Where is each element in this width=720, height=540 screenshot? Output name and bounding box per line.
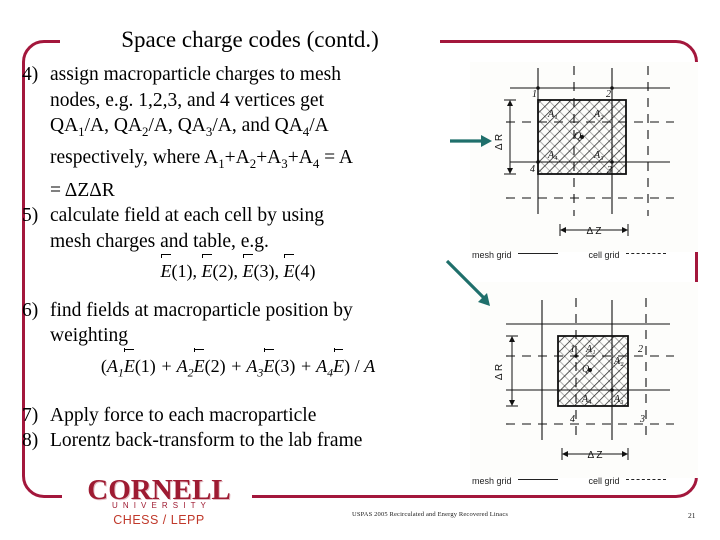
arrow-right-icon	[448, 132, 494, 155]
svg-text:A₂: A₂	[593, 109, 604, 120]
slide-body: 4) assign macroparticle charges to mesh …	[16, 62, 460, 454]
svg-text:Δ Z: Δ Z	[586, 226, 601, 237]
svg-text:Q: Q	[574, 131, 582, 142]
svg-text:4: 4	[570, 414, 575, 425]
list-item-text: Lorentz back-transform to the lab frame	[50, 428, 460, 454]
svg-text:4: 4	[530, 164, 535, 175]
logo-unit-label: CHESS / LEPP	[113, 513, 205, 527]
svg-text:1: 1	[570, 344, 575, 355]
svg-text:2: 2	[606, 89, 611, 100]
slide-canvas: Space charge codes (contd.) 4) assign ma…	[0, 0, 720, 540]
svg-text:A₄: A₄	[547, 150, 558, 161]
list-item-number: 5)	[22, 205, 39, 227]
list-line: QA1/A, QA2/A, QA3/A, and QA4/A	[50, 115, 329, 139]
legend-mesh-grid-line	[518, 253, 559, 254]
page-title: Space charge codes (contd.)	[121, 27, 379, 52]
legend-mesh-grid-line	[518, 479, 559, 480]
list-line: nodes, e.g. 1,2,3, and 4 vertices get	[50, 89, 325, 111]
svg-text:A₃: A₃	[613, 394, 624, 405]
svg-text:1: 1	[532, 89, 537, 100]
svg-text:3: 3	[606, 165, 612, 176]
list-item-text: find fields at macroparticle position by…	[50, 298, 460, 349]
legend-cell-grid-label: cell grid	[588, 476, 620, 486]
arrow-down-right-icon	[444, 258, 500, 319]
cornell-logo: CORNELL UNIVERSITY CHESS / LEPP	[62, 474, 256, 528]
list-item: 8) Lorentz back-transform to the lab fra…	[16, 428, 460, 454]
mesh-cell-diagram-node-centered: 1 2 3 4 A₁ A₂ A₄ A₃ Q Δ R Δ Z	[470, 62, 698, 252]
svg-text:Δ R: Δ R	[494, 364, 505, 380]
mesh-cell-diagram-cell-centered: 1 2 3 4 A₁ A₂ A₄ A₃ Q Δ R Δ Z	[470, 282, 698, 478]
legend-cell-grid-line	[626, 479, 667, 480]
list-item-text: assign macroparticle charges to mesh nod…	[50, 62, 460, 203]
legend-mesh-grid-label: mesh grid	[472, 476, 512, 486]
figure-legend-bottom: mesh grid cell grid	[472, 476, 698, 486]
equation-weighting: (A1E(1) + A2E(2) + A3E(3) + A4E) / A	[100, 348, 376, 380]
list-item: 6) find fields at macroparticle position…	[16, 298, 460, 349]
svg-text:Q: Q	[582, 364, 590, 375]
list-item: 4) assign macroparticle charges to mesh …	[16, 62, 460, 203]
svg-text:3: 3	[639, 414, 645, 425]
list-item: 7) Apply force to each macroparticle	[16, 403, 460, 429]
svg-text:Δ Z: Δ Z	[587, 450, 602, 461]
legend-cell-grid-line	[626, 253, 667, 254]
svg-text:A₁: A₁	[585, 344, 596, 355]
list-line: Apply force to each macroparticle	[50, 404, 317, 426]
footer-course-label: USPAS 2005 Recirculated and Energy Recov…	[352, 511, 509, 518]
figure-legend-top: mesh grid cell grid	[472, 250, 698, 260]
list-item-number: 4)	[22, 64, 39, 85]
svg-text:2: 2	[638, 344, 643, 355]
svg-text:A₁: A₁	[547, 109, 558, 120]
list-line: calculate field at each cell by using	[50, 205, 324, 227]
list-item-number: 7)	[22, 404, 39, 426]
list-line: mesh charges and table, e.g.	[50, 230, 269, 252]
list-item: 5) calculate field at each cell by using…	[16, 203, 460, 254]
list-item-text: Apply force to each macroparticle	[50, 403, 460, 429]
list-item-number: 8)	[22, 430, 39, 452]
page-number: 21	[688, 511, 696, 520]
legend-cell-grid-label: cell grid	[588, 250, 620, 260]
list-line: weighting	[50, 325, 128, 347]
list-line: respectively, where A1+A2+A3+A4 = A	[50, 147, 354, 172]
list-line: Lorentz back-transform to the lab frame	[50, 430, 363, 452]
list-item-text: calculate field at each cell by using me…	[50, 203, 460, 254]
svg-text:Δ R: Δ R	[494, 134, 505, 150]
svg-text:A₂: A₂	[613, 356, 624, 367]
equation-fields: E(1), E(2), E(3), E(4)	[16, 253, 460, 285]
list-item-number: 6)	[22, 299, 39, 321]
list-line: assign macroparticle charges to mesh	[50, 64, 341, 85]
list-line: find fields at macroparticle position by	[50, 299, 353, 321]
svg-text:A₄: A₄	[581, 394, 592, 405]
logo-wordmark: CORNELL	[87, 474, 231, 506]
svg-text:A₃: A₃	[593, 150, 604, 161]
list-line: = ΔZΔR	[50, 179, 115, 201]
